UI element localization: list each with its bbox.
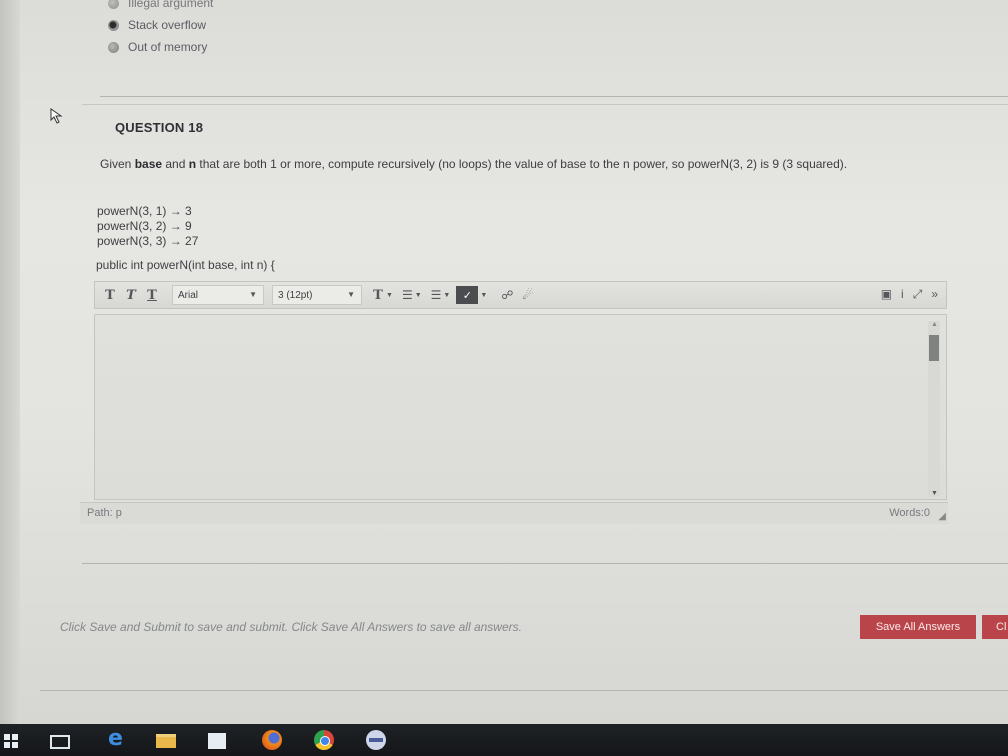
edge-browser-icon[interactable]: e xyxy=(108,726,123,751)
scrollbar-thumb[interactable] xyxy=(929,335,939,361)
save-and-submit-button[interactable]: Cl xyxy=(982,615,1008,639)
app-icon[interactable] xyxy=(366,730,386,750)
bullet-list-icon[interactable]: ☰ xyxy=(402,288,413,302)
page: Illegal argument Stack overflow Out of m… xyxy=(0,0,1008,724)
file-explorer-icon[interactable] xyxy=(156,734,176,748)
editor-status-bar: Path: p Words:0 ◢ xyxy=(80,502,948,524)
question-prompt: Given base and n that are both 1 or more… xyxy=(100,157,848,171)
task-view-icon[interactable] xyxy=(50,735,70,749)
option-label: Out of memory xyxy=(128,40,208,54)
scrollbar[interactable]: ▲ ▼ xyxy=(928,321,940,497)
option-label: Illegal argument xyxy=(128,0,214,10)
mouse-cursor-icon xyxy=(50,108,63,124)
radio-button[interactable] xyxy=(108,41,119,53)
option-stack-overflow[interactable]: Stack overflow xyxy=(108,14,213,36)
font-size-select[interactable]: 3 (12pt) ▼ xyxy=(272,285,362,305)
numbered-list-icon[interactable]: ☰ xyxy=(431,288,442,302)
example-line: powerN(3, 1) → 3 xyxy=(97,204,192,218)
submit-instructions: Click Save and Submit to save and submit… xyxy=(60,620,522,634)
question-title: QUESTION 18 xyxy=(115,120,204,135)
unlink-icon[interactable]: ☄ xyxy=(522,288,533,302)
radio-button-selected[interactable] xyxy=(108,19,119,31)
option-out-of-memory[interactable]: Out of memory xyxy=(108,36,213,58)
bold-button[interactable]: T xyxy=(104,288,116,303)
preview-icon[interactable]: ▣ xyxy=(881,287,892,302)
save-all-answers-button[interactable]: Save All Answers xyxy=(860,615,976,639)
radio-button[interactable] xyxy=(108,0,119,9)
previous-question-options: Illegal argument Stack overflow Out of m… xyxy=(108,0,213,58)
option-label: Stack overflow xyxy=(128,18,207,32)
chevron-down-icon[interactable]: ▼ xyxy=(386,292,393,299)
path-label: Path: p xyxy=(87,507,122,519)
editor-right-tools: ▣ i ⤢ » xyxy=(881,287,938,302)
divider xyxy=(82,563,1008,564)
divider xyxy=(40,690,1008,691)
scroll-up-icon[interactable]: ▲ xyxy=(931,321,938,328)
editor-toolbar: T T T Arial ▼ 3 (12pt) ▼ T ▼ ☰ ▼ ☰ ▼ ✓ ▼… xyxy=(94,281,947,309)
chevron-down-icon[interactable]: ▼ xyxy=(443,292,450,299)
chevron-down-icon[interactable]: ▼ xyxy=(480,292,487,299)
store-icon[interactable] xyxy=(208,733,226,749)
chevron-down-icon: ▼ xyxy=(249,290,257,299)
example-line: powerN(3, 2) → 9 xyxy=(97,219,192,233)
chrome-icon[interactable] xyxy=(314,730,334,750)
fullscreen-icon[interactable]: ⤢ xyxy=(913,287,923,302)
sidebar-edge xyxy=(0,0,20,724)
chevron-down-icon: ▼ xyxy=(347,290,355,299)
more-icon[interactable]: » xyxy=(931,287,938,302)
firefox-icon[interactable] xyxy=(262,730,282,750)
answer-text-area[interactable]: ▲ ▼ xyxy=(94,314,947,500)
spellcheck-icon[interactable]: ✓ xyxy=(456,286,479,304)
scroll-down-icon[interactable]: ▼ xyxy=(931,490,938,497)
word-count: Words:0 xyxy=(889,507,930,519)
font-family-select[interactable]: Arial ▼ xyxy=(172,285,264,305)
link-icon[interactable]: ☍ xyxy=(501,288,513,302)
resize-handle-icon[interactable]: ◢ xyxy=(938,511,946,522)
text-color-button[interactable]: T xyxy=(372,288,384,303)
option-illegal-argument[interactable]: Illegal argument xyxy=(108,0,213,14)
windows-start-icon[interactable] xyxy=(4,734,18,748)
font-family-value: Arial xyxy=(178,289,199,301)
windows-taskbar: e xyxy=(0,724,1008,756)
example-line: powerN(3, 3) → 27 xyxy=(97,234,199,248)
divider xyxy=(82,104,1008,105)
method-signature: public int powerN(int base, int n) { xyxy=(96,258,275,272)
font-size-value: 3 (12pt) xyxy=(278,289,313,301)
info-icon[interactable]: i xyxy=(901,287,904,302)
underline-button[interactable]: T xyxy=(146,288,158,303)
divider xyxy=(100,96,1008,97)
examples-list: powerN(3, 1) → 3 powerN(3, 2) → 9 powerN… xyxy=(97,204,198,249)
chevron-down-icon[interactable]: ▼ xyxy=(415,292,422,299)
italic-button[interactable]: T xyxy=(125,288,137,303)
